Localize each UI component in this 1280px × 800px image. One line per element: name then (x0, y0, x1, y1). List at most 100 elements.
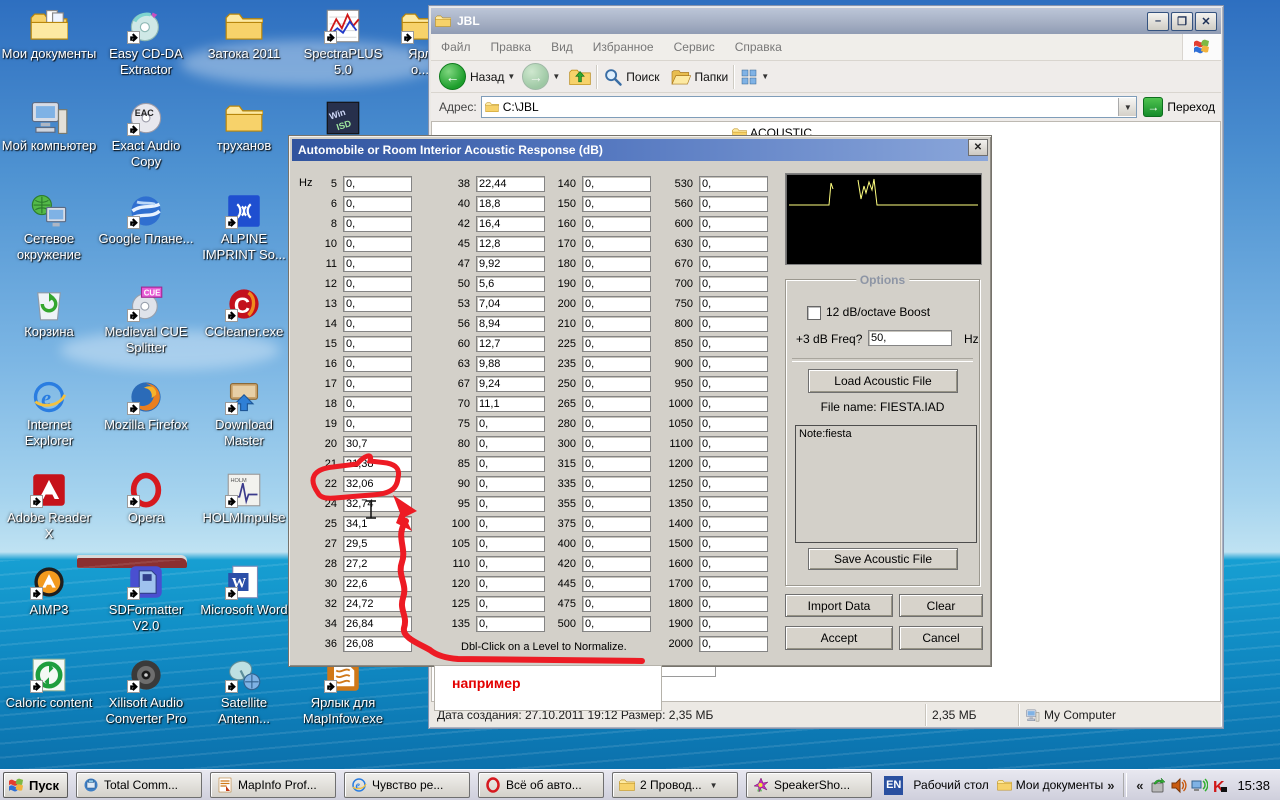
desktop-icon-затока-2011[interactable]: Затока 2011 (196, 8, 292, 62)
level-input-225hz[interactable] (582, 336, 651, 352)
start-button[interactable]: Пуск (3, 772, 68, 798)
level-input-180hz[interactable] (582, 256, 651, 272)
level-input-420hz[interactable] (582, 556, 651, 572)
close-button[interactable]: ✕ (1195, 12, 1217, 31)
kaspersky-tray-icon[interactable]: K (1212, 777, 1229, 794)
desktop-icon-корзина[interactable]: Корзина (1, 286, 97, 340)
address-combo[interactable]: C:\JBL ▼ (481, 96, 1138, 118)
desktop-icon-caloric-content[interactable]: Caloric content (1, 657, 97, 711)
folders-icon[interactable] (670, 68, 692, 86)
network-tray-icon[interactable] (1191, 777, 1208, 794)
level-input-75hz[interactable] (476, 416, 545, 432)
desktop-icon-mozilla-firefox[interactable]: Mozilla Firefox (98, 379, 194, 433)
desktop-icon-мой-компьютер[interactable]: Мой компьютер (1, 100, 97, 154)
go-button[interactable]: → Переход (1143, 97, 1215, 117)
level-input-235hz[interactable] (582, 356, 651, 372)
address-dropdown-icon[interactable]: ▼ (1118, 98, 1136, 116)
level-input-1700hz[interactable] (699, 576, 768, 592)
desktop-icon-satellite-antenn-[interactable]: Satellite Antenn... (196, 657, 292, 727)
volume-tray-icon[interactable] (1170, 777, 1187, 794)
level-input-375hz[interactable] (582, 516, 651, 532)
desktop-icon-мои-документы[interactable]: Мои документы (1, 8, 97, 62)
up-folder-icon[interactable] (569, 67, 591, 87)
level-input-900hz[interactable] (699, 356, 768, 372)
level-input-105hz[interactable] (476, 536, 545, 552)
taskbar-button-mapinfo-prof-[interactable]: MapInfo Prof... (210, 772, 336, 798)
level-input-27hz[interactable] (343, 536, 412, 552)
level-input-34hz[interactable] (343, 616, 412, 632)
level-input-200hz[interactable] (582, 296, 651, 312)
level-input-22hz[interactable] (343, 476, 412, 492)
level-input-63hz[interactable] (476, 356, 545, 372)
level-input-18hz[interactable] (343, 396, 412, 412)
level-input-950hz[interactable] (699, 376, 768, 392)
level-input-150hz[interactable] (582, 196, 651, 212)
desktop-icon-winisd[interactable]: WinISD (295, 100, 391, 138)
level-input-315hz[interactable] (582, 456, 651, 472)
level-input-21hz[interactable] (343, 456, 412, 472)
desktop-icon-microsoft-word[interactable]: WMicrosoft Word (196, 564, 292, 618)
level-input-67hz[interactable] (476, 376, 545, 392)
taskbar-button-2-провод-[interactable]: 2 Провод...▼ (612, 772, 738, 798)
level-input-40hz[interactable] (476, 196, 545, 212)
level-input-25hz[interactable] (343, 516, 412, 532)
desktop-icon-internet-explorer[interactable]: eInternet Explorer (1, 379, 97, 449)
level-input-17hz[interactable] (343, 376, 412, 392)
level-input-250hz[interactable] (582, 376, 651, 392)
level-input-80hz[interactable] (476, 436, 545, 452)
level-input-50hz[interactable] (476, 276, 545, 292)
level-input-355hz[interactable] (582, 496, 651, 512)
level-input-560hz[interactable] (699, 196, 768, 212)
level-input-630hz[interactable] (699, 236, 768, 252)
level-input-160hz[interactable] (582, 216, 651, 232)
dialog-titlebar[interactable]: Automobile or Room Interior Acoustic Res… (292, 139, 988, 161)
forward-dropdown-icon[interactable]: ▼ (552, 72, 560, 81)
clear-button[interactable]: Clear (899, 594, 983, 617)
desktop-icon-ярлык-для-mapinfow-exe[interactable]: Ярлык для MapInfow.exe (295, 657, 391, 727)
chevron-right-icon[interactable]: » (1107, 778, 1114, 793)
import-data-button[interactable]: Import Data (785, 594, 893, 617)
level-input-15hz[interactable] (343, 336, 412, 352)
level-input-600hz[interactable] (699, 216, 768, 232)
explorer-titlebar[interactable]: JBL – ❐ ✕ (431, 8, 1221, 34)
level-input-53hz[interactable] (476, 296, 545, 312)
desktop-icon-sdformatter-v2-0[interactable]: SDFormatter V2.0 (98, 564, 194, 634)
level-input-140hz[interactable] (582, 176, 651, 192)
level-input-6hz[interactable] (343, 196, 412, 212)
menu-файл[interactable]: Файл (431, 40, 481, 54)
desktop-icon-aimp3[interactable]: AIMP3 (1, 564, 97, 618)
level-input-11hz[interactable] (343, 256, 412, 272)
level-input-16hz[interactable] (343, 356, 412, 372)
level-input-10hz[interactable] (343, 236, 412, 252)
level-input-1900hz[interactable] (699, 616, 768, 632)
level-input-1500hz[interactable] (699, 536, 768, 552)
level-input-700hz[interactable] (699, 276, 768, 292)
level-input-60hz[interactable] (476, 336, 545, 352)
level-input-1400hz[interactable] (699, 516, 768, 532)
level-input-750hz[interactable] (699, 296, 768, 312)
level-input-32hz[interactable] (343, 596, 412, 612)
level-input-500hz[interactable] (582, 616, 651, 632)
desktop-icon-alpine-imprint-so-[interactable]: ALPINE IMPRINT So... (196, 193, 292, 263)
taskbar-button-speakersho-[interactable]: IFASpeakerSho... (746, 772, 872, 798)
desktop-icon-holmimpulse[interactable]: HOLMHOLMImpulse (196, 472, 292, 526)
views-icon[interactable] (740, 69, 758, 85)
menu-вид[interactable]: Вид (541, 40, 583, 54)
level-input-19hz[interactable] (343, 416, 412, 432)
desktop-icon-adobe-reader-x[interactable]: Adobe Reader X (1, 472, 97, 542)
quicklaunch-documents-label[interactable]: Мои документы (1016, 778, 1103, 792)
level-input-280hz[interactable] (582, 416, 651, 432)
level-input-1350hz[interactable] (699, 496, 768, 512)
desktop-icon-medieval-cue-splitter[interactable]: CUEMedieval CUE Splitter (98, 286, 194, 356)
folder-icon[interactable] (997, 778, 1012, 792)
level-input-20hz[interactable] (343, 436, 412, 452)
menu-справка[interactable]: Справка (725, 40, 792, 54)
level-input-90hz[interactable] (476, 476, 545, 492)
menu-правка[interactable]: Правка (481, 40, 542, 54)
boost-checkbox-label[interactable]: 12 dB/octave Boost (826, 305, 930, 319)
quicklaunch-desktop-label[interactable]: Рабочий стол (913, 778, 988, 792)
level-input-850hz[interactable] (699, 336, 768, 352)
level-input-335hz[interactable] (582, 476, 651, 492)
accept-button[interactable]: Accept (785, 626, 893, 650)
level-input-45hz[interactable] (476, 236, 545, 252)
